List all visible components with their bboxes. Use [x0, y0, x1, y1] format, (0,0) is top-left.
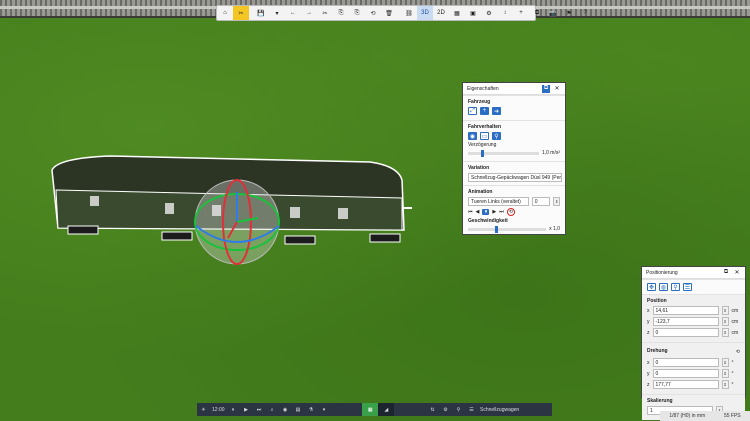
close-icon[interactable]: ✕ — [733, 269, 741, 277]
bogie — [161, 231, 193, 241]
adjust-icon[interactable]: ⇅ — [426, 403, 439, 416]
speed-slider[interactable] — [468, 225, 547, 233]
dropdown-icon[interactable]: ▾ — [318, 403, 331, 416]
spin-icon[interactable]: ⇕ — [721, 317, 729, 326]
panel-title: Positionierung — [646, 269, 678, 276]
deceleration-value: 1,0 m/s² — [541, 150, 560, 156]
pause-icon[interactable]: ⏸ — [227, 403, 240, 416]
terrain-icon[interactable]: ◢ — [378, 403, 395, 416]
scale-label: 1/87 (H0) in mm — [669, 413, 706, 419]
rot-x-input[interactable]: 0 — [652, 358, 719, 367]
bogie — [67, 225, 99, 235]
list-icon[interactable]: ☰ — [465, 403, 478, 416]
settings-icon[interactable]: ⚙ — [439, 403, 452, 416]
animation-select[interactable]: Tueren Links (veraltet) — [468, 197, 529, 206]
rotate-tool-icon[interactable]: ◍ — [659, 283, 668, 291]
popout-icon[interactable]: ⧉ — [542, 84, 550, 93]
pos-z-input[interactable]: 0 — [652, 328, 719, 337]
pos-x-input[interactable]: 14,61 — [652, 306, 719, 315]
play-icon[interactable]: ▶ — [240, 403, 253, 416]
window — [338, 208, 348, 219]
move-tool-icon[interactable]: ✥ — [647, 283, 656, 291]
expand-icon[interactable]: ⤢ — [468, 107, 477, 115]
arrow-right-icon[interactable]: ➜ — [492, 107, 501, 115]
deceleration-slider[interactable] — [468, 149, 539, 157]
positioning-panel: Positionierung ⧉ ✕ ✥ ◍ ⚲ ☰ Position x 14,… — [641, 266, 746, 420]
spin-icon[interactable]: ⇕ — [721, 358, 729, 367]
transform-gizmo[interactable] — [194, 179, 280, 265]
section-position: Position — [647, 298, 667, 304]
variation-select[interactable]: Schnellzug-Gepäckwagen Düsl 949 (Perläu — [468, 173, 562, 182]
pos-y-input[interactable]: -123,7 — [652, 317, 719, 326]
section-variation: Variation — [468, 165, 490, 171]
spin-icon[interactable]: ⇕ — [553, 197, 561, 206]
rot-y-input[interactable]: 0 — [652, 369, 719, 378]
status-bar: 1/87 (H0) in mm 55 FPS — [660, 411, 750, 421]
animation-number[interactable]: 0 — [531, 197, 551, 206]
speed-value: x 1,0 — [549, 226, 560, 232]
spin-icon[interactable]: ⇕ — [721, 306, 729, 315]
section-fahrzeug: Fahrzeug — [468, 99, 491, 105]
fast-forward-icon[interactable]: ⏭ — [253, 403, 266, 416]
skip-end-icon[interactable]: ⏭ — [499, 209, 504, 215]
spin-icon[interactable]: ⇕ — [721, 369, 729, 378]
fps-label: 55 FPS — [723, 413, 741, 419]
spin-icon[interactable]: ⇕ — [721, 328, 729, 337]
add-icon[interactable]: + — [480, 107, 489, 115]
bogie — [369, 233, 401, 243]
section-fahrverhalten: Fahrverhalten — [468, 124, 502, 130]
window — [90, 196, 99, 206]
grid-view-icon[interactable]: ▦ — [362, 403, 379, 416]
viewport-3d[interactable] — [0, 0, 750, 421]
pause-icon[interactable]: ⏸ — [482, 209, 490, 215]
close-icon[interactable]: ✕ — [553, 85, 561, 93]
properties-panel: Eigenschaften ⧉ ✕ Fahrzeug ⤢ + ➜ Fahrver… — [462, 82, 566, 235]
section-animation: Animation — [468, 189, 493, 195]
popout-icon[interactable]: ⧉ — [722, 269, 730, 277]
time-label: 12:00 — [212, 406, 225, 413]
step-back-icon[interactable]: ◀ — [476, 209, 480, 215]
window — [165, 203, 174, 214]
filter-icon[interactable]: ⚗ — [305, 403, 318, 416]
search-icon[interactable]: ⌕ — [266, 403, 279, 416]
rot-z-input[interactable]: 177,77 — [652, 380, 719, 389]
layer-icon[interactable]: ▤ — [292, 403, 305, 416]
bottom-bar: ☀ 12:00 ⏸ ▶ ⏭ ⌕ ◉ ▤ ⚗ ▾ ▦ ◢ ⇅ ⚙ ⚲ ☰ Schn… — [197, 403, 552, 416]
person-icon[interactable]: ⚲ — [452, 403, 465, 416]
spin-icon[interactable]: ⇕ — [721, 380, 729, 389]
align-tool-icon[interactable]: ⚲ — [671, 283, 680, 291]
locomotive-icon[interactable]: ◉ — [468, 132, 477, 140]
selection-label: Schnellzugwagen — [480, 406, 520, 413]
reset-rotation-icon[interactable]: ⟲ — [736, 349, 740, 355]
loop-icon[interactable]: ⟲ — [506, 208, 515, 216]
section-rotation: Drehung — [647, 348, 668, 354]
window — [290, 207, 300, 218]
globe-icon[interactable]: ◉ — [279, 403, 292, 416]
list-tool-icon[interactable]: ☰ — [683, 283, 692, 291]
wagon-icon[interactable]: ▭ — [480, 132, 489, 140]
person-icon[interactable]: ⚲ — [492, 132, 501, 140]
section-speed: Geschwindigkeit — [468, 218, 508, 224]
section-scale: Skalierung — [647, 398, 673, 404]
play-icon[interactable]: ▶ — [492, 209, 496, 215]
verzoegerung-label: Verzögerung — [468, 142, 497, 148]
panel-title: Eigenschaften — [467, 85, 499, 92]
bogie — [284, 235, 316, 245]
skip-start-icon[interactable]: ⏮ — [468, 209, 473, 215]
sun-icon[interactable]: ☀ — [197, 403, 210, 416]
